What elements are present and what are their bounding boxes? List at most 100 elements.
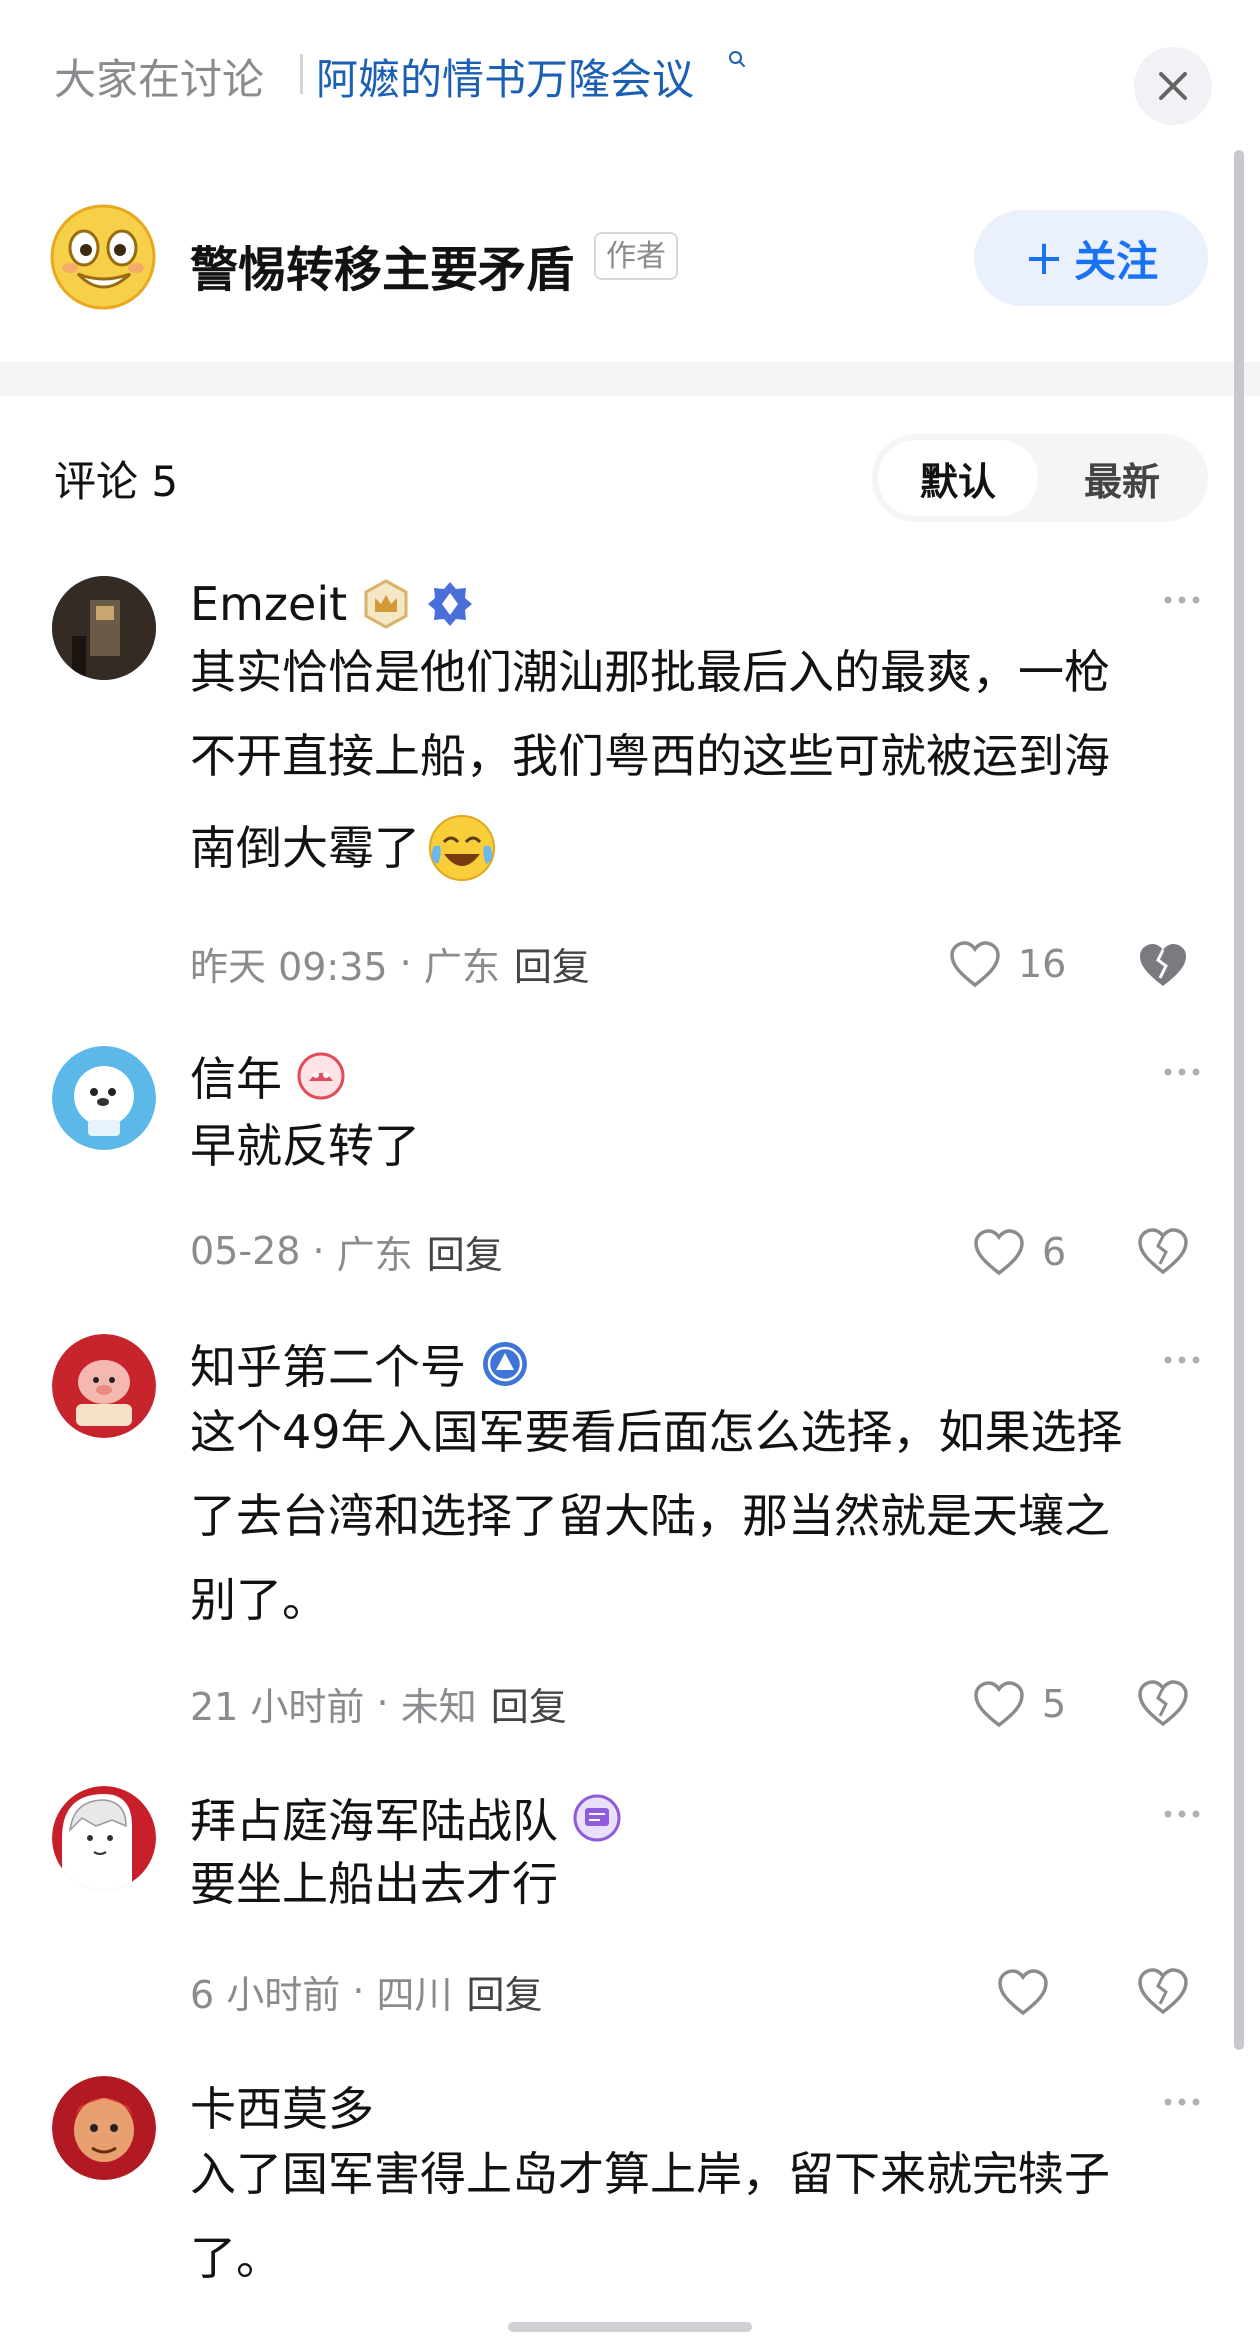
comment-text: 早就反转了 [190,1104,1190,1188]
comment-time: 昨天 09:35 [190,944,388,989]
comment-location: 四川 [376,1972,453,2017]
home-indicator [508,2322,752,2332]
comment-line: 这个49年入国军要看后面怎么选择，如果选择 [190,1405,1123,1459]
comment-item: 卡西莫多 入了国军害得上岛才算上岸，留下来就完犊子 了。 [0,2074,1260,2346]
more-dots-icon[interactable] [1160,1062,1204,1082]
top-bar: 大家在讨论 阿嬷的情书万隆会议 [0,0,1260,150]
sort-default-tab[interactable]: 默认 [878,440,1038,516]
comments-sheet: 大家在讨论 阿嬷的情书万隆会议 警惕转移主要矛盾 作者 + 关注 评论 5 默认… [0,0,1260,2346]
search-icon[interactable] [728,50,746,68]
reply-button[interactable]: 回复 [427,1224,503,1279]
topbar-divider [300,54,303,94]
broken-heart-outline-icon[interactable] [1136,1964,1190,2018]
author-tag: 作者 [594,232,678,280]
comment-meta: 21 小时前 · 未知 回复 [190,1676,567,1731]
follow-button[interactable]: + 关注 [974,210,1208,306]
comment-location: 广东 [336,1232,413,1277]
comments-count-title: 评论 5 [54,457,179,506]
more-dots-icon[interactable] [1160,1804,1204,1824]
comment-line: 入了国军害得上岛才算上岸，留下来就完犊子 [190,2147,1110,2201]
heart-outline-icon [974,1229,1024,1276]
heart-outline-icon [950,941,1000,988]
broken-heart-icon[interactable] [1136,938,1190,992]
broken-heart-outline-icon[interactable] [1136,1224,1190,1278]
heart-outline-icon [998,1969,1048,2016]
comment-line: 南倒大霉了 [190,821,420,875]
avatar[interactable] [52,2076,156,2180]
comment-meta: 6 小时前 · 四川 回复 [190,1964,543,2019]
comment-text: 这个49年入国军要看后面怎么选择，如果选择 了去台湾和选择了留大陆，那当然就是天… [190,1390,1190,1642]
comment-time: 05-28 [190,1229,301,1273]
comment-author: 信年 [190,1044,346,1108]
like-button[interactable]: 6 [972,1222,1066,1282]
comment-line: 要坐上船出去才行 [190,1857,558,1911]
comment-author: 知乎第二个号 [190,1332,530,1396]
like-count: 6 [1042,1230,1067,1274]
heart-outline-icon [974,1681,1024,1728]
message-badge-icon [573,1794,621,1842]
avatar[interactable] [52,1786,156,1890]
meta-separator: · [300,1229,337,1273]
sort-latest-tab[interactable]: 最新 [1042,440,1202,516]
comment-time: 21 小时前 [190,1684,365,1729]
avatar[interactable] [52,1334,156,1438]
comment-item: Emzeit 其实恰恰是他们潮汕那批最后入的最爽，一枪 不开直接上船，我们粤西的… [0,572,1260,1012]
comment-author: Emzeit [190,572,475,636]
like-count: 5 [1042,1682,1067,1726]
comment-line: 不开直接上船，我们粤西的这些可就被运到海 [190,729,1110,783]
comment-text: 要坐上船出去才行 [190,1842,1190,1926]
reply-button[interactable]: 回复 [514,936,590,991]
more-dots-icon[interactable] [1160,1350,1204,1370]
avatar[interactable] [52,576,156,680]
like-count: 16 [1018,942,1067,986]
more-dots-icon[interactable] [1160,2092,1204,2112]
comment-line: 其实恰恰是他们潮汕那批最后入的最爽，一枪 [190,645,1110,699]
comment-meta: 昨天 09:35 · 广东 回复 [190,936,590,991]
broken-heart-outline-icon[interactable] [1136,1676,1190,1730]
comment-line: 了。 [190,2231,282,2285]
like-button[interactable] [996,1962,1066,2022]
comment-meta: 05-28 · 广东 回复 [190,1224,503,1279]
topic-link[interactable]: 阿嬷的情书万隆会议 [316,46,694,107]
comment-line-row: 南倒大霉了 [190,798,1190,898]
like-button[interactable]: 16 [948,934,1066,994]
comment-item: 信年 早就反转了 05-28 · 广东 回复 6 [0,1044,1260,1304]
comment-line: 了去台湾和选择了留大陆，那当然就是天壤之 [190,1489,1110,1543]
comment-text: 其实恰恰是他们潮汕那批最后入的最爽，一枪 不开直接上船，我们粤西的这些可就被运到… [190,630,1190,898]
like-button[interactable]: 5 [972,1674,1066,1734]
comment-author: 卡西莫多 [190,2074,374,2138]
close-icon [1159,72,1187,100]
verified-badge-icon [428,582,473,626]
laugh-cry-emoji-icon [429,815,495,881]
follow-label: 关注 [1074,236,1159,286]
discussion-prefix: 大家在讨论 [54,55,265,104]
meta-separator: · [340,1969,377,2013]
member-badge-icon [297,1052,345,1100]
meta-separator: · [364,1681,401,1725]
comment-location: 未知 [400,1684,477,1729]
avatar[interactable] [52,1046,156,1150]
author-row: 警惕转移主要矛盾 作者 + 关注 [0,190,1260,330]
level-badge-icon [483,1342,527,1386]
more-dots-icon[interactable] [1160,590,1204,610]
close-button[interactable] [1134,47,1212,125]
author-avatar[interactable] [50,204,156,310]
meta-separator: · [387,941,424,985]
section-divider [0,362,1260,396]
comment-item: 知乎第二个号 这个49年入国军要看后面怎么选择，如果选择 了去台湾和选择了留大陆… [0,1332,1260,1752]
crown-badge-icon [364,579,408,629]
comment-time: 6 小时前 [190,1972,341,2017]
plus-icon: + [1023,230,1065,286]
reply-button[interactable]: 回复 [467,1964,543,2019]
comment-location: 广东 [423,944,500,989]
reply-button[interactable]: 回复 [491,1676,567,1731]
comment-line: 别了。 [190,1573,328,1627]
author-name[interactable]: 警惕转移主要矛盾 [190,230,574,300]
sort-toggle: 默认 最新 [872,434,1208,522]
comment-author-name[interactable]: Emzeit [190,577,347,631]
comment-author-name[interactable]: 知乎第二个号 [190,1331,466,1397]
comment-author-name[interactable]: 信年 [190,1043,282,1109]
comment-item: 拜占庭海军陆战队 要坐上船出去才行 6 小时前 · 四川 回复 [0,1786,1260,2046]
scrollbar[interactable] [1234,150,1244,2050]
comment-author-name[interactable]: 卡西莫多 [190,2073,374,2139]
